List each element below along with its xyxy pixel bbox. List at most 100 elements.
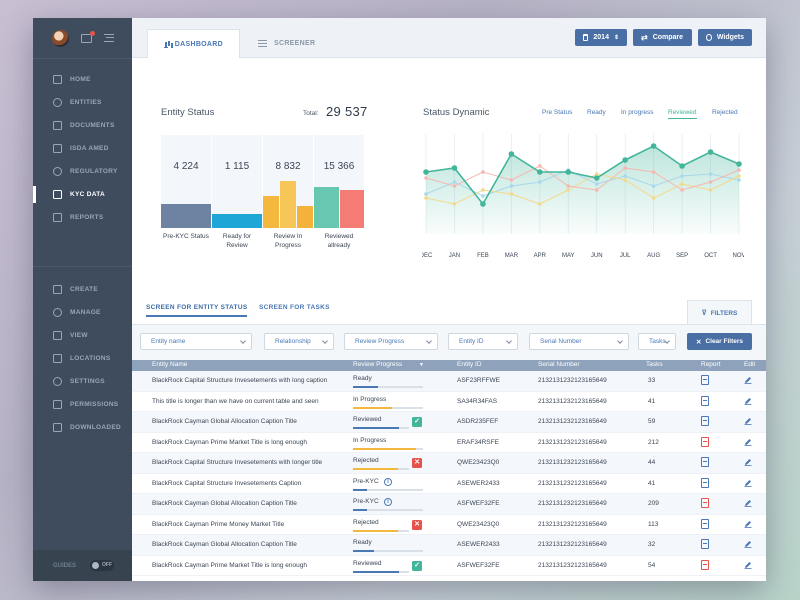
bar-category-label: Pre-KYC Status bbox=[161, 233, 211, 242]
table-row[interactable]: This title is longer than we have on cur… bbox=[132, 392, 766, 413]
document-report-icon[interactable] bbox=[701, 416, 709, 426]
bar-value-label: 4 224 bbox=[161, 161, 211, 172]
entity-name-cell[interactable]: BlackRock Cayman Prime Money Market Titl… bbox=[152, 521, 284, 528]
sidebar-item-locations[interactable]: LOCATIONS bbox=[33, 347, 132, 370]
sidebar-item-downloaded[interactable]: DOWNLOADED bbox=[33, 416, 132, 439]
compare-button[interactable]: ⇄ Compare bbox=[633, 29, 692, 46]
inbox-icon[interactable] bbox=[81, 34, 92, 43]
pdf-report-icon[interactable] bbox=[701, 560, 709, 570]
sidebar-item-manage[interactable]: MANAGE bbox=[33, 301, 132, 324]
info-icon[interactable]: i bbox=[384, 478, 392, 486]
table-row[interactable]: BlackRock Capital Structure Invesetement… bbox=[132, 453, 766, 474]
entity-name-cell[interactable]: BlackRock Cayman Global Allocation Capti… bbox=[152, 541, 297, 548]
sidebar-item-view[interactable]: VIEW bbox=[33, 324, 132, 347]
sidebar-item-regulatory[interactable]: REGULATORY bbox=[33, 160, 132, 183]
entity-name-cell[interactable]: BlackRock Cayman Global Allocation Capti… bbox=[152, 500, 297, 507]
edit-icon[interactable] bbox=[744, 561, 752, 569]
sidebar-item-isda-amed[interactable]: ISDA AMED bbox=[33, 137, 132, 160]
sidebar-item-home[interactable]: HOME bbox=[33, 68, 132, 91]
info-icon[interactable]: i bbox=[384, 498, 392, 506]
table-row[interactable]: BlackRock Capital Structure Invesetement… bbox=[132, 474, 766, 495]
edit-icon[interactable] bbox=[744, 397, 752, 405]
document-report-icon[interactable] bbox=[701, 519, 709, 529]
entity-table: Entity Name Review Progress Entity ID Seria… bbox=[132, 360, 766, 576]
menu-icon[interactable] bbox=[104, 34, 114, 42]
filter-serial-number[interactable]: Serial Number bbox=[529, 333, 629, 350]
column-header-report[interactable]: Report bbox=[701, 361, 721, 368]
filter-tasks[interactable]: Tasks bbox=[638, 333, 676, 350]
table-row[interactable]: BlackRock Cayman Prime Market Title is l… bbox=[132, 433, 766, 454]
legend-item-pre-status[interactable]: Pre Status bbox=[542, 109, 572, 116]
column-header-serial-number[interactable]: Serial Number bbox=[538, 361, 580, 368]
clear-filters-button[interactable]: ✕ Clear Filters bbox=[687, 333, 752, 350]
tab-screen-entity-status[interactable]: SCREEN FOR ENTITY STATUS bbox=[146, 304, 247, 317]
tab-dashboard[interactable]: DASHBOARD bbox=[147, 29, 240, 58]
entity-name-cell[interactable]: BlackRock Capital Structure Invesetement… bbox=[152, 459, 322, 466]
legend-item-rejected[interactable]: Rejected bbox=[712, 109, 738, 116]
document-report-icon[interactable] bbox=[701, 539, 709, 549]
document-report-icon[interactable] bbox=[701, 478, 709, 488]
column-header-entity-id[interactable]: Entity ID bbox=[457, 361, 482, 368]
filter-entity-name[interactable]: Entity name bbox=[140, 333, 252, 350]
entity-name-cell[interactable]: This title is longer than we have on cur… bbox=[152, 398, 319, 405]
edit-icon[interactable] bbox=[744, 438, 752, 446]
tab-screen-tasks[interactable]: SCREEN FOR TASKS bbox=[259, 304, 330, 315]
entity-name-cell[interactable]: BlackRock Capital Structure Invesetement… bbox=[152, 377, 327, 384]
table-row[interactable]: BlackRock Capital Structure Invesetement… bbox=[132, 371, 766, 392]
edit-icon[interactable] bbox=[744, 499, 752, 507]
legend-item-reviewed[interactable]: Reviewed bbox=[668, 109, 697, 119]
table-header: Entity Name Review Progress Entity ID Seria… bbox=[132, 360, 766, 371]
pdf-report-icon[interactable] bbox=[701, 498, 709, 508]
column-header-tasks[interactable]: Tasks bbox=[646, 361, 663, 368]
table-row[interactable]: BlackRock Cayman Prime Market Title is l… bbox=[132, 556, 766, 577]
entity-name-cell[interactable]: BlackRock Cayman Prime Market Title is l… bbox=[152, 439, 307, 446]
document-report-icon[interactable] bbox=[701, 457, 709, 467]
sidebar-item-reports[interactable]: REPORTS bbox=[33, 206, 132, 229]
sidebar-item-documents[interactable]: DOCUMENTS bbox=[33, 114, 132, 137]
column-header-edit[interactable]: Edit bbox=[744, 361, 755, 368]
bar bbox=[340, 190, 365, 228]
year-select[interactable]: 2014 ⇕ bbox=[575, 29, 627, 46]
sidebar-item-label: REPORTS bbox=[70, 214, 104, 221]
filter-relationship[interactable]: Relationship bbox=[264, 333, 334, 350]
edit-icon[interactable] bbox=[744, 417, 752, 425]
filter-label: Relationship bbox=[275, 338, 311, 345]
edit-icon[interactable] bbox=[744, 520, 752, 528]
sidebar-item-entities[interactable]: ENTITIES bbox=[33, 91, 132, 114]
sort-icon[interactable]: ▼ bbox=[419, 362, 424, 368]
edit-icon[interactable] bbox=[744, 458, 752, 466]
table-row[interactable]: BlackRock Cayman Global Allocation Capti… bbox=[132, 535, 766, 556]
edit-icon[interactable] bbox=[744, 540, 752, 548]
table-row[interactable]: BlackRock Cayman Global Allocation Capti… bbox=[132, 494, 766, 515]
table-row[interactable]: BlackRock Cayman Prime Money Market Titl… bbox=[132, 515, 766, 536]
edit-icon[interactable] bbox=[744, 376, 752, 384]
avatar[interactable] bbox=[52, 30, 69, 47]
filter-review-progress[interactable]: Review Progress bbox=[344, 333, 438, 350]
edit-icon[interactable] bbox=[744, 479, 752, 487]
sidebar-item-kyc-data[interactable]: KYC DATA bbox=[33, 183, 132, 206]
filters-tab[interactable]: ⊽ FILTERS bbox=[687, 300, 752, 325]
bar bbox=[314, 187, 339, 228]
guides-toggle-row: GUIDES OFF bbox=[33, 550, 132, 581]
pdf-report-icon[interactable] bbox=[701, 437, 709, 447]
review-status-text: Rejected bbox=[353, 519, 379, 526]
reviewed-area bbox=[426, 146, 739, 234]
legend-item-ready[interactable]: Ready bbox=[587, 109, 606, 116]
table-row[interactable]: BlackRock Cayman Global Allocation Capti… bbox=[132, 412, 766, 433]
widgets-button[interactable]: Widgets bbox=[698, 29, 752, 46]
entity-name-cell[interactable]: BlackRock Cayman Global Allocation Capti… bbox=[152, 418, 297, 425]
sidebar-item-settings[interactable]: SETTINGS bbox=[33, 370, 132, 393]
column-header-review-progress[interactable]: Review Progress bbox=[353, 361, 402, 368]
entity-name-cell[interactable]: BlackRock Cayman Prime Market Title is l… bbox=[152, 562, 307, 569]
document-report-icon[interactable] bbox=[701, 375, 709, 385]
filter-entity-id[interactable]: Entity ID bbox=[448, 333, 518, 350]
column-header-entity-name[interactable]: Entity Name bbox=[152, 361, 187, 368]
guides-toggle[interactable]: OFF bbox=[90, 560, 114, 571]
tab-screener[interactable]: SCREENER bbox=[242, 29, 331, 58]
legend-item-in-progress[interactable]: In progress bbox=[621, 109, 654, 116]
data-point bbox=[423, 169, 429, 175]
sidebar-item-permissions[interactable]: PERMISSIONS bbox=[33, 393, 132, 416]
document-report-icon[interactable] bbox=[701, 396, 709, 406]
sidebar-item-create[interactable]: CREATE bbox=[33, 278, 132, 301]
entity-name-cell[interactable]: BlackRock Capital Structure Invesetement… bbox=[152, 480, 301, 487]
